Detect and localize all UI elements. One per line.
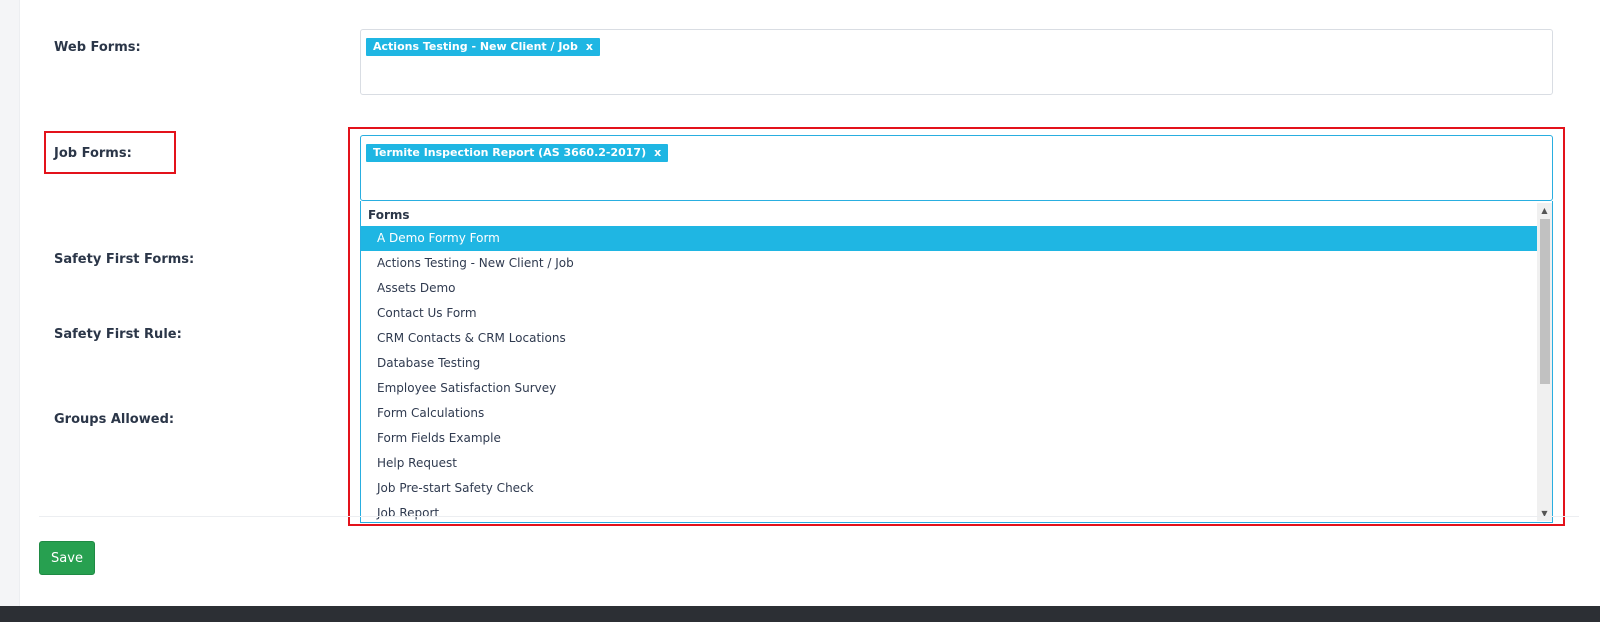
web-forms-label: Web Forms: [54, 40, 141, 55]
dropdown-option[interactable]: Database Testing [361, 351, 1537, 376]
dropdown-option[interactable]: Job Report [361, 501, 1537, 522]
tag-label: Actions Testing - New Client / Job [373, 40, 578, 53]
dropdown-option[interactable]: Form Calculations [361, 401, 1537, 426]
job-forms-label: Job Forms: [54, 146, 132, 161]
bottom-bar [0, 606, 1600, 622]
scrollbar-thumb[interactable] [1540, 219, 1550, 384]
dropdown-list: A Demo Formy Form Actions Testing - New … [361, 226, 1537, 522]
dropdown-option[interactable]: Actions Testing - New Client / Job [361, 251, 1537, 276]
web-forms-tag: Actions Testing - New Client / Job x [366, 38, 600, 56]
job-forms-dropdown[interactable]: Forms A Demo Formy Form Actions Testing … [360, 201, 1553, 523]
dropdown-scrollbar[interactable]: ▲ ▼ [1537, 203, 1552, 521]
dropdown-group-label: Forms [368, 208, 410, 222]
dropdown-option[interactable]: Help Request [361, 451, 1537, 476]
dropdown-option[interactable]: A Demo Formy Form [361, 226, 1537, 251]
safety-first-forms-label: Safety First Forms: [54, 252, 195, 267]
dropdown-option[interactable]: Form Fields Example [361, 426, 1537, 451]
footer-divider [39, 516, 1579, 517]
dropdown-option[interactable]: CRM Contacts & CRM Locations [361, 326, 1537, 351]
dropdown-option[interactable]: Assets Demo [361, 276, 1537, 301]
scroll-down-icon[interactable]: ▼ [1537, 506, 1552, 521]
web-forms-select[interactable]: Actions Testing - New Client / Job x [360, 29, 1553, 95]
save-button[interactable]: Save [39, 541, 95, 575]
safety-first-rule-label: Safety First Rule: [54, 327, 182, 342]
tag-remove-icon[interactable]: x [586, 38, 593, 56]
dropdown-option[interactable]: Job Pre-start Safety Check [361, 476, 1537, 501]
groups-allowed-label: Groups Allowed: [54, 412, 175, 427]
scroll-up-icon[interactable]: ▲ [1537, 203, 1552, 218]
dropdown-option[interactable]: Contact Us Form [361, 301, 1537, 326]
dropdown-option[interactable]: Employee Satisfaction Survey [361, 376, 1537, 401]
